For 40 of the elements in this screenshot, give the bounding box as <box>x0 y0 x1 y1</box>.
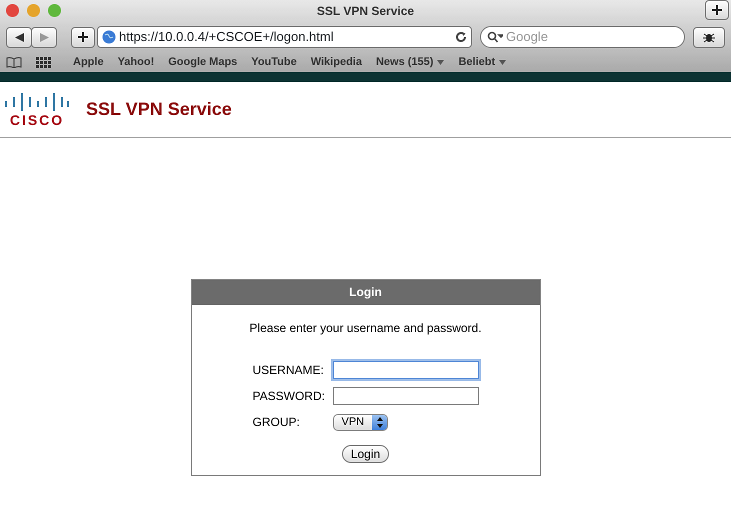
back-button[interactable] <box>6 26 32 48</box>
page-title: SSL VPN Service <box>86 98 232 121</box>
reload-icon[interactable] <box>455 31 467 43</box>
left-arrow-icon <box>14 32 24 42</box>
globe-icon <box>102 30 116 44</box>
plus-icon <box>78 32 88 42</box>
right-arrow-icon <box>40 32 48 42</box>
stepper-icon <box>376 416 383 428</box>
bug-button[interactable] <box>693 26 725 48</box>
username-field[interactable] <box>332 361 478 379</box>
forward-button[interactable] <box>31 26 57 48</box>
bookmark-link[interactable]: Google Maps <box>168 54 238 70</box>
prompt-text: Please enter your username and password. <box>249 320 482 337</box>
panel-title: Login <box>192 280 540 305</box>
bookmark-menu[interactable]: News (155) <box>376 54 434 70</box>
field-label: GROUP: <box>252 414 301 431</box>
address-text: https://10.0.0.4/+CSCOE+/logon.html <box>119 28 335 46</box>
bookmark-menu[interactable]: Beliebt <box>458 54 496 70</box>
bug-icon <box>703 31 715 43</box>
password-field[interactable] <box>332 387 478 405</box>
bookmark-link[interactable]: Yahoo! <box>118 54 154 70</box>
grid-icon[interactable] <box>36 56 51 68</box>
field-label: USERNAME: <box>252 362 325 379</box>
search-icon <box>487 31 503 43</box>
bookmark-link[interactable]: Wikipedia <box>310 54 362 70</box>
plus-icon <box>712 5 722 15</box>
new-tab-button[interactable] <box>705 0 729 20</box>
login-button[interactable]: Login <box>342 445 390 463</box>
book-icon[interactable] <box>6 56 22 68</box>
search-placeholder: Google <box>506 28 548 46</box>
bookmark-link[interactable]: YouTube <box>251 54 297 70</box>
bookmark-link[interactable]: Apple <box>73 54 104 70</box>
group-select[interactable]: VPN <box>332 414 388 430</box>
close-button[interactable] <box>6 4 19 17</box>
add-bookmark-button[interactable] <box>71 26 95 48</box>
address-field[interactable]: https://10.0.0.4/+CSCOE+/logon.html <box>97 26 472 48</box>
field-label: PASSWORD: <box>252 388 326 405</box>
logo-text: CISCO <box>10 112 64 126</box>
logo-bars-icon <box>4 92 70 112</box>
window-title: SSL VPN Service <box>316 3 414 20</box>
